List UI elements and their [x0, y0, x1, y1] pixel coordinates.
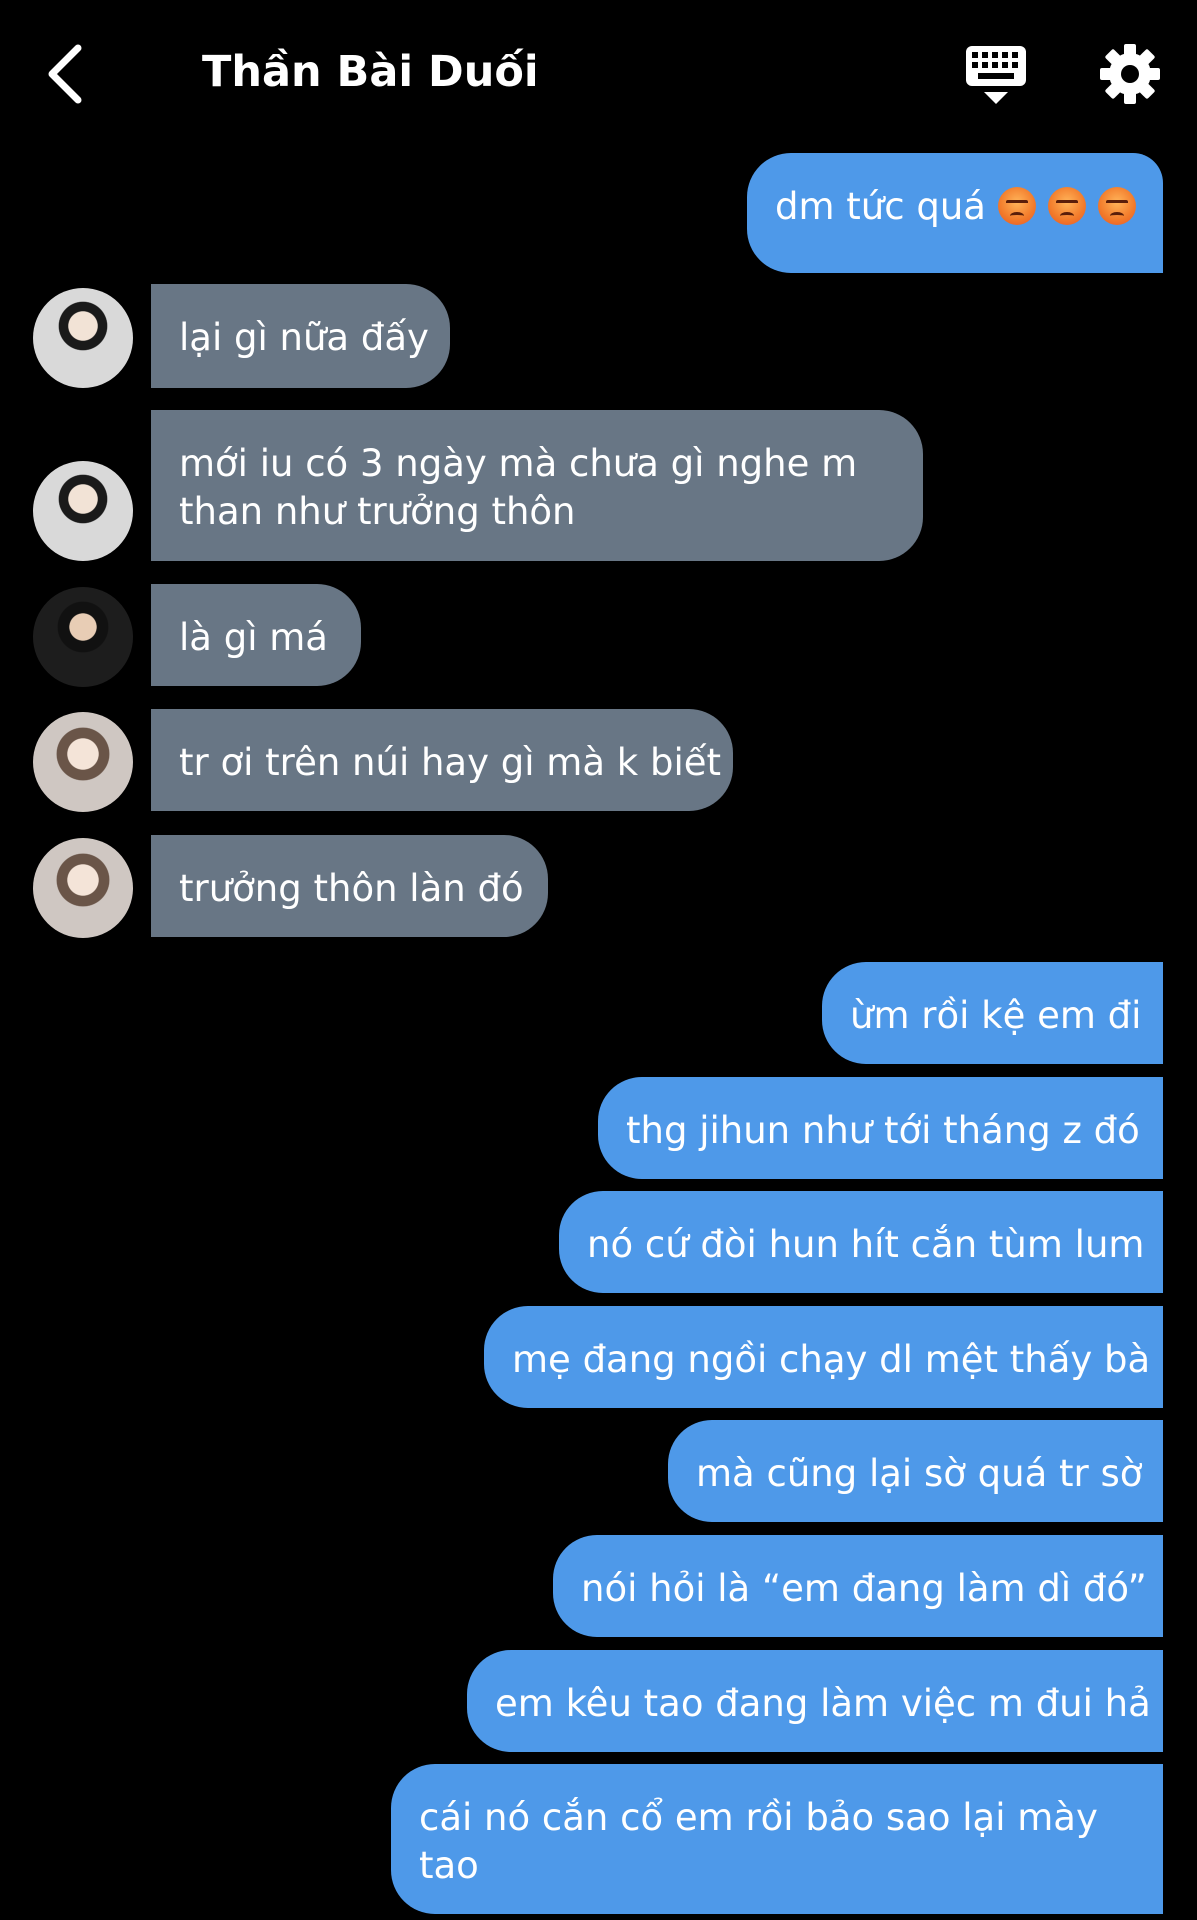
avatar[interactable]: [33, 288, 133, 388]
avatar[interactable]: [33, 587, 133, 687]
message-bubble[interactable]: dm tức quá: [747, 153, 1163, 273]
message-bubble[interactable]: cái nó cắn cổ em rồi bảo sao lại mày tao: [391, 1764, 1163, 1914]
message-text-line: than như trưởng thôn: [179, 490, 576, 533]
avatar[interactable]: [33, 461, 133, 561]
message-text: nói hỏi là “em đang làm dì đó”: [581, 1567, 1147, 1610]
message-bubble[interactable]: mà cũng lại sờ quá tr sờ: [668, 1420, 1163, 1522]
message-bubble[interactable]: ừm rồi kệ em đi: [822, 962, 1163, 1064]
message-bubble[interactable]: trưởng thôn làn đó: [151, 835, 548, 937]
message-text: nó cứ đòi hun hít cắn tùm lum: [587, 1223, 1145, 1266]
message-text: lại gì nữa đấy: [179, 316, 429, 359]
message-bubble[interactable]: là gì má: [151, 584, 361, 686]
message-text-line: tao: [419, 1844, 479, 1887]
avatar[interactable]: [33, 712, 133, 812]
angry-face-icon: [1097, 187, 1136, 225]
message-text: tr ơi trên núi hay gì mà k biết: [179, 741, 721, 784]
message-bubble[interactable]: nói hỏi là “em đang làm dì đó”: [553, 1535, 1163, 1637]
message-text: dm tức quá: [775, 185, 986, 228]
message-text: trưởng thôn làn đó: [179, 867, 524, 910]
message-text: ừm rồi kệ em đi: [850, 994, 1142, 1037]
message-text: thg jihun như tới tháng z đó: [626, 1109, 1140, 1152]
message-text: mẹ đang ngồi chạy dl mệt thấy bà: [512, 1338, 1151, 1381]
angry-face-icon: [997, 187, 1036, 225]
message-thread: dm tức quá lại gì nữa đấy mới iu có 3 ng…: [0, 0, 1197, 1920]
message-text: mà cũng lại sờ quá tr sờ: [696, 1452, 1143, 1495]
message-text-line: cái nó cắn cổ em rồi bảo sao lại mày: [419, 1796, 1098, 1839]
message-bubble[interactable]: lại gì nữa đấy: [151, 284, 450, 388]
message-bubble[interactable]: thg jihun như tới tháng z đó: [598, 1077, 1163, 1179]
message-bubble[interactable]: tr ơi trên núi hay gì mà k biết: [151, 709, 733, 811]
message-bubble[interactable]: nó cứ đòi hun hít cắn tùm lum: [559, 1191, 1163, 1293]
message-bubble[interactable]: em kêu tao đang làm việc m đui hả: [467, 1650, 1163, 1752]
message-bubble[interactable]: mới iu có 3 ngày mà chưa gì nghe m than …: [151, 410, 923, 561]
avatar[interactable]: [33, 838, 133, 938]
message-text: là gì má: [179, 616, 328, 659]
message-text: em kêu tao đang làm việc m đui hả: [495, 1682, 1151, 1725]
angry-face-icon: [1047, 187, 1086, 225]
message-bubble[interactable]: mẹ đang ngồi chạy dl mệt thấy bà: [484, 1306, 1163, 1408]
message-text-line: mới iu có 3 ngày mà chưa gì nghe m: [179, 442, 858, 485]
